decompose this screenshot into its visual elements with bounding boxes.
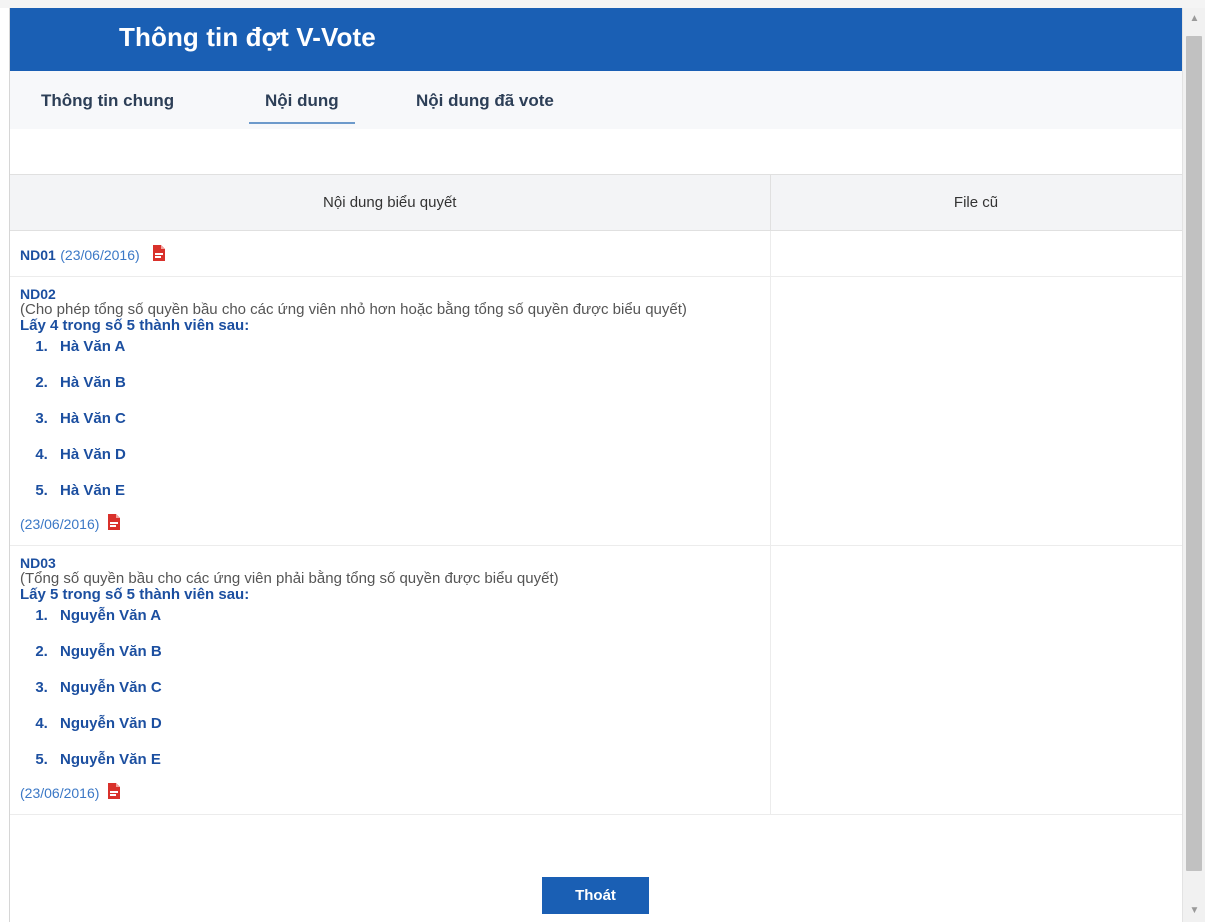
item-code[interactable]: ND02 (20, 286, 770, 302)
member-item: Hà Văn E (52, 478, 770, 514)
scroll-down-arrow-icon[interactable]: ▼ (1183, 900, 1205, 922)
item-date: (23/06/2016) (60, 247, 140, 263)
old-file-cell (770, 276, 1183, 546)
tab-general-info[interactable]: Thông tin chung (41, 91, 174, 111)
table-row: ND03 (Tổng số quyền bầu cho các ứng viên… (10, 545, 1183, 815)
scroll-up-arrow-icon[interactable]: ▲ (1183, 8, 1205, 30)
content-cell: ND01 (23/06/2016) (10, 230, 771, 277)
item-code[interactable]: ND03 (20, 555, 770, 571)
column-header-content: Nội dung biểu quyết (10, 174, 771, 231)
tab-voted-content[interactable]: Nội dung đã vote (416, 91, 554, 111)
table-header-row: Nội dung biểu quyết File cũ (10, 174, 1183, 231)
old-file-cell (770, 545, 1183, 815)
member-item: Hà Văn D (52, 442, 770, 478)
pdf-file-icon[interactable] (107, 514, 121, 535)
pdf-file-icon[interactable] (107, 783, 121, 804)
member-item: Nguyễn Văn A (52, 603, 770, 639)
tab-content[interactable]: Nội dung (249, 91, 355, 124)
vvote-dialog: Thông tin đợt V-Vote Thông tin chung Nội… (9, 8, 1183, 922)
voting-content-table: Nội dung biểu quyết File cũ ND01 (23/06/… (10, 174, 1183, 815)
vertical-scrollbar[interactable]: ▲ ▼ (1182, 8, 1205, 922)
item-code[interactable]: ND01 (20, 247, 56, 263)
member-item: Nguyễn Văn C (52, 675, 770, 711)
item-selection-rule: Lấy 4 trong số 5 thành viên sau: (20, 317, 250, 334)
scrollbar-thumb[interactable] (1186, 36, 1202, 871)
top-strip (0, 0, 1205, 8)
member-item: Nguyễn Văn E (52, 747, 770, 783)
table-row: ND01 (23/06/2016) (10, 230, 1183, 277)
item-date: (23/06/2016) (20, 516, 100, 532)
member-item: Nguyễn Văn B (52, 639, 770, 675)
old-file-cell (770, 230, 1183, 277)
member-list: Hà Văn A Hà Văn B Hà Văn C Hà Văn D Hà V… (20, 334, 770, 514)
dialog-header: Thông tin đợt V-Vote (10, 8, 1183, 71)
member-item: Nguyễn Văn D (52, 711, 770, 747)
item-description: (Cho phép tổng số quyền bầu cho các ứng … (20, 301, 687, 318)
member-item: Hà Văn C (52, 406, 770, 442)
member-list: Nguyễn Văn A Nguyễn Văn B Nguyễn Văn C N… (20, 603, 770, 783)
column-header-old-file: File cũ (770, 174, 1183, 231)
item-selection-rule: Lấy 5 trong số 5 thành viên sau: (20, 586, 250, 603)
pdf-file-icon[interactable] (152, 245, 166, 266)
exit-button[interactable]: Thoát (542, 877, 649, 914)
dialog-title: Thông tin đợt V-Vote (119, 22, 376, 52)
table-row: ND02 (Cho phép tổng số quyền bầu cho các… (10, 276, 1183, 546)
item-description: (Tổng số quyền bầu cho các ứng viên phải… (20, 570, 559, 587)
member-item: Hà Văn B (52, 370, 770, 406)
member-item: Hà Văn A (52, 334, 770, 370)
content-cell: ND03 (Tổng số quyền bầu cho các ứng viên… (10, 545, 771, 815)
tab-bar: Thông tin chung Nội dung Nội dung đã vot… (10, 71, 1183, 129)
item-date: (23/06/2016) (20, 785, 100, 801)
content-cell: ND02 (Cho phép tổng số quyền bầu cho các… (10, 276, 771, 546)
